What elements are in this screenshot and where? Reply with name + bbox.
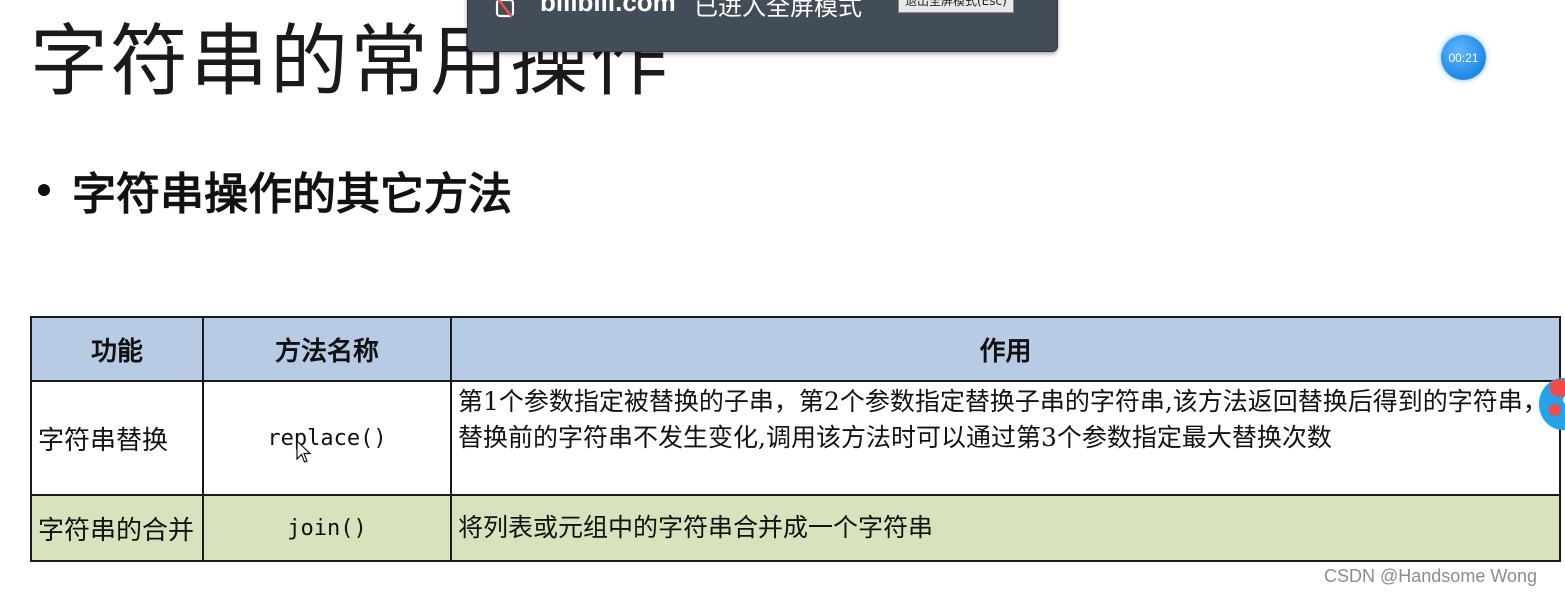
cell-description: 将列表或元组中的字符串合并成一个字符串 (450, 494, 1561, 562)
cell-method: join() (202, 494, 452, 562)
mascot-icon[interactable] (1537, 374, 1565, 430)
slide-page: 字符串的常用操作 字符串操作的其它方法 bilibili.com 已进入全屏模式… (0, 0, 1565, 597)
cell-function: 字符串替换 (30, 380, 204, 496)
bullet-dot-icon (38, 184, 50, 196)
cell-description: 第1个参数指定被替换的子串，第2个参数指定替换子串的字符串,该方法返回替换后得到… (450, 380, 1561, 496)
fullscreen-message: 已进入全屏模式 (694, 0, 862, 21)
table-row: 字符串的合并 join() 将列表或元组中的字符串合并成一个字符串 (30, 494, 1561, 562)
cell-method: replace() (202, 380, 452, 496)
table-row: 字符串替换 replace() 第1个参数指定被替换的子串，第2个参数指定替换子… (30, 380, 1561, 496)
bullet-item: 字符串操作的其它方法 (38, 160, 512, 220)
exit-fullscreen-button[interactable]: 退出全屏模式(Esc) (898, 0, 1014, 13)
fullscreen-notice-bar: bilibili.com 已进入全屏模式 退出全屏模式(Esc) (467, 0, 1058, 52)
no-popup-icon (495, 0, 515, 18)
cell-function: 字符串的合并 (30, 494, 204, 562)
header-description: 作用 (450, 316, 1561, 382)
methods-table: 功能 方法名称 作用 字符串替换 replace() 第1个参数指定被替换的子串… (30, 316, 1561, 562)
table-header-row: 功能 方法名称 作用 (30, 316, 1561, 382)
header-function: 功能 (30, 316, 204, 382)
mouse-cursor-icon (296, 440, 312, 463)
fullscreen-site-label: bilibili.com (540, 0, 676, 17)
watermark: CSDN @Handsome Wong (1324, 566, 1538, 586)
timer-bubble[interactable]: 00:21 (1441, 35, 1486, 80)
bullet-text: 字符串操作的其它方法 (72, 169, 512, 220)
header-method: 方法名称 (202, 316, 452, 382)
